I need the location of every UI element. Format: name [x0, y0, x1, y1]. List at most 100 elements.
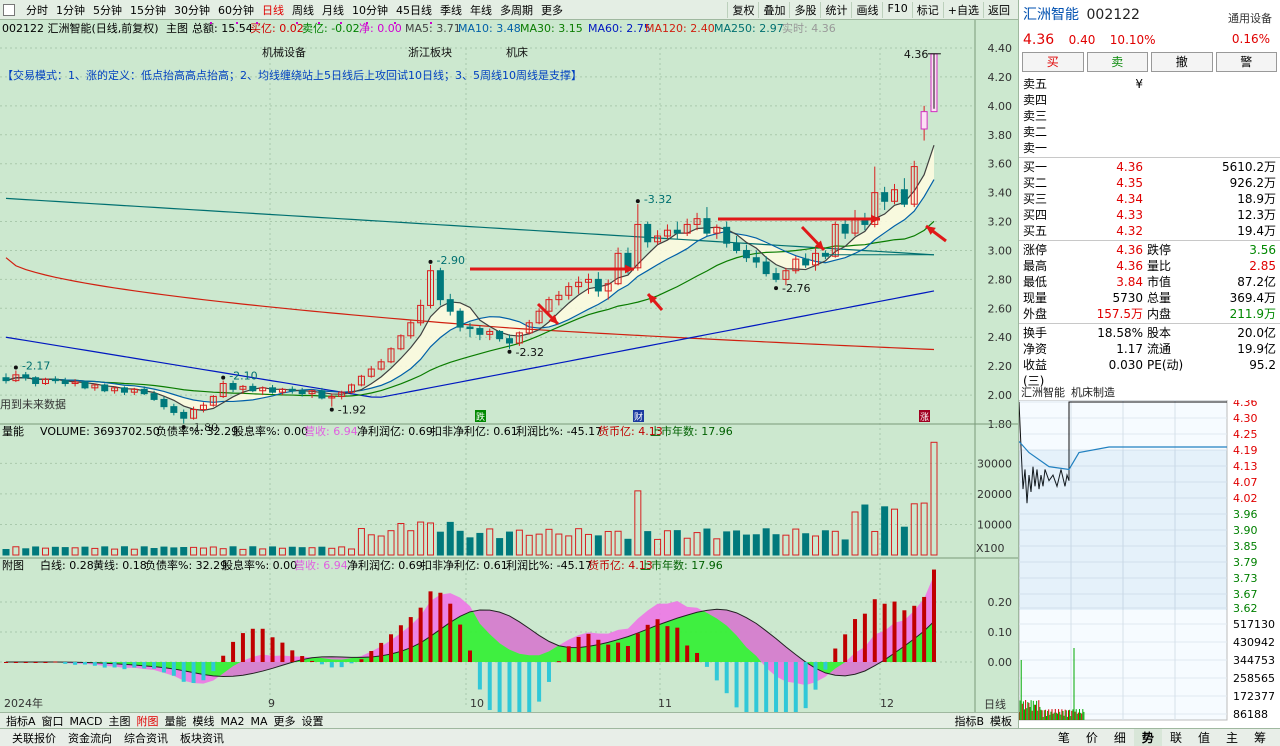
toolbar-6[interactable]: 标记	[911, 1, 943, 18]
macd-bar	[576, 637, 581, 662]
toolbar-8[interactable]: 返回	[983, 1, 1014, 18]
indicator-r-0[interactable]: 指标B	[951, 713, 987, 729]
period-4[interactable]: 30分钟	[170, 4, 214, 17]
volume-bar	[673, 530, 681, 556]
panel-tab-3[interactable]: 势	[1133, 729, 1162, 746]
period-12[interactable]: 年线	[466, 4, 496, 17]
order-book: 卖五 ¥ 卖四 卖三 卖二 卖一 买一 4.36 5610.2万 买二 4.35 926.2万 买三 4.…	[1019, 76, 1280, 388]
stat-value: 4.36	[1116, 259, 1143, 273]
candle-body	[249, 385, 257, 392]
chart-area[interactable]: 4.40 4.20 4.00 3.80 3.60 3.40 3.20 3.00 2.80 2.60…	[0, 20, 1018, 712]
period-toolbar: 分时 1分钟 5分钟 15分钟 30分钟 60分钟 日线 周线 月线 10分钟 45日线 季线 年线 多周…	[0, 0, 1018, 20]
period-6[interactable]: 日线	[258, 4, 288, 17]
volume-bar	[762, 528, 770, 556]
macd-bar	[862, 613, 867, 662]
macd-bar	[161, 662, 166, 673]
period-2[interactable]: 5分钟	[89, 4, 126, 17]
period-3[interactable]: 15分钟	[126, 4, 170, 17]
volume-bar	[900, 526, 908, 556]
candle-body	[496, 330, 504, 340]
quote-row: 卖四	[1019, 92, 1280, 108]
indicator-10[interactable]: 设置	[299, 715, 327, 728]
sell-button[interactable]: 卖	[1086, 52, 1148, 72]
volume-bar	[41, 547, 49, 556]
toolbar-0[interactable]: 复权	[727, 1, 758, 18]
price-pct: 10.10%	[1109, 33, 1156, 47]
period-7[interactable]: 周线	[288, 4, 318, 17]
indicator-0[interactable]: 指标A	[3, 715, 39, 728]
info-tab-1[interactable]: 资金流向	[62, 732, 118, 745]
y-tick: 2.60	[988, 302, 1013, 315]
volume-bar	[51, 546, 59, 556]
intraday-chart[interactable]: 汇洲智能 机床制造 4.36 4.30 4.25 4.19 4.13 4.07 4.02 3.9…	[1018, 384, 1280, 728]
quote-price	[1063, 124, 1143, 140]
indicator-r-1[interactable]: 模板	[987, 713, 1015, 729]
volume-bar	[12, 546, 20, 556]
indicator-7[interactable]: MA2	[218, 715, 248, 728]
period-13[interactable]: 多周期	[496, 4, 537, 17]
period-11[interactable]: 季线	[436, 4, 466, 17]
macd-bar	[132, 662, 137, 668]
quote-price	[1063, 108, 1143, 124]
mini-tick: 4.25	[1233, 428, 1258, 441]
period-5[interactable]: 60分钟	[214, 4, 258, 17]
volume-bar	[486, 528, 494, 556]
cancel-button[interactable]: 撤	[1151, 52, 1213, 72]
panel-tab-7[interactable]: 筹	[1246, 729, 1274, 746]
info-tab-2[interactable]: 综合资讯	[118, 732, 174, 745]
candle-body	[644, 223, 652, 243]
toolbar-2[interactable]: 多股	[789, 1, 820, 18]
indicator-2[interactable]: MACD	[67, 715, 106, 728]
toolbar-4[interactable]: 画线	[851, 1, 882, 18]
alert-button[interactable]: 警	[1215, 52, 1277, 72]
signal-dot	[318, 22, 320, 24]
info-item-11: MA250: 2.97	[714, 22, 784, 35]
period-1[interactable]: 1分钟	[52, 4, 89, 17]
indicator-8[interactable]: MA	[248, 715, 271, 728]
panel-tab-5[interactable]: 值	[1190, 729, 1218, 746]
macd-bar	[675, 627, 680, 662]
indicator-1[interactable]: 窗口	[39, 715, 67, 728]
info-tab-3[interactable]: 板块资讯	[174, 732, 230, 745]
period-10[interactable]: 45日线	[392, 4, 436, 17]
candle-body	[505, 338, 513, 344]
indicator-5[interactable]: 量能	[162, 715, 190, 728]
toolbar-3[interactable]: 统计	[820, 1, 851, 18]
buy-button[interactable]: 买	[1022, 52, 1084, 72]
volume-bar	[199, 547, 207, 556]
toolbar-5[interactable]: F10	[882, 1, 911, 18]
period-14[interactable]: 更多	[537, 4, 567, 17]
quote-label: 买二	[1023, 176, 1048, 190]
period-0[interactable]: 分时	[22, 4, 52, 17]
panel-tab-2[interactable]: 细	[1106, 729, 1134, 746]
period-8[interactable]: 月线	[318, 4, 348, 17]
menu-icon[interactable]	[3, 3, 15, 16]
stat-row: 净资 1.17 流通 19.9亿	[1019, 341, 1280, 357]
stat-label: 净资	[1023, 342, 1048, 356]
candle-body	[81, 381, 89, 389]
stat-value: 2.85	[1249, 259, 1276, 273]
toolbar-7[interactable]: +自选	[942, 1, 983, 18]
macd-bar	[43, 662, 48, 663]
macd-bar	[468, 650, 472, 662]
toolbar-1[interactable]: 叠加	[758, 1, 789, 18]
volume-bar	[357, 528, 365, 556]
panel-tab-0[interactable]: 笔	[1050, 729, 1078, 746]
quote-volume: 12.3万	[1237, 208, 1276, 222]
panel-tab-1[interactable]: 价	[1078, 729, 1106, 746]
info-tab-0[interactable]: 关联报价	[6, 732, 62, 745]
indicator-9[interactable]: 更多	[271, 715, 299, 728]
indicator-6[interactable]: 模线	[190, 715, 218, 728]
price-annotation: -2.76	[782, 282, 810, 295]
period-9[interactable]: 10分钟	[348, 4, 392, 17]
mini-tick: 4.02	[1233, 492, 1258, 505]
indicator-4[interactable]: 附图	[134, 715, 162, 728]
panel-tab-6[interactable]: 主	[1218, 729, 1246, 746]
indicator-3[interactable]: 主图	[106, 715, 134, 728]
price-change: 0.40	[1068, 33, 1096, 47]
stat-value: 3.84	[1116, 275, 1143, 289]
macd-bar	[63, 662, 68, 664]
panel-tab-4[interactable]: 联	[1162, 729, 1190, 746]
stat-row: 换手 18.58% 股本 20.0亿	[1019, 325, 1280, 341]
annotation-dot	[507, 349, 512, 354]
